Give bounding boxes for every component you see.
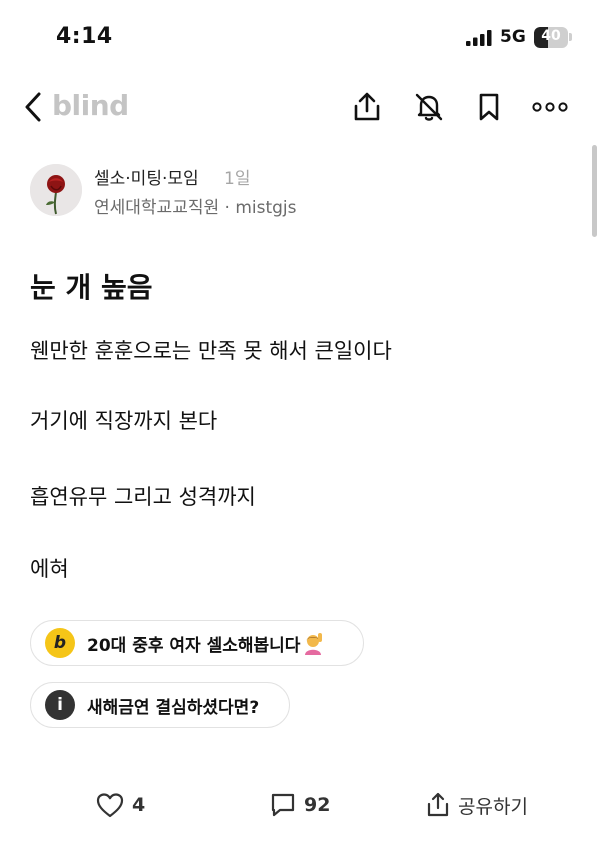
blind-logo: blind bbox=[52, 89, 129, 122]
status-time: 4:14 bbox=[56, 24, 113, 49]
post-action-bar: 4 92 공유하기 bbox=[0, 780, 600, 830]
author-affiliation[interactable]: 연세대학교교직원 · mistgjs bbox=[94, 193, 297, 218]
rose-avatar-icon bbox=[30, 164, 82, 216]
blind-badge-icon: b bbox=[45, 628, 75, 658]
share-label: 공유하기 bbox=[458, 795, 528, 818]
woman-raising-hand-emoji-icon bbox=[305, 632, 323, 655]
like-button[interactable]: 4 bbox=[96, 780, 145, 830]
more-options-button[interactable] bbox=[530, 88, 570, 126]
share-icon bbox=[354, 92, 380, 121]
comment-button[interactable]: 92 bbox=[270, 780, 330, 830]
related-post-title: 20대 중후 여자 셀소해봅니다 bbox=[87, 631, 323, 656]
battery-icon: 40 bbox=[534, 27, 568, 48]
chevron-left-icon bbox=[25, 92, 41, 122]
scrollbar[interactable] bbox=[592, 145, 597, 237]
related-post-chip[interactable]: i 새해금연 결심하셨다면? bbox=[30, 682, 290, 728]
post-paragraph: 흡연유무 그리고 성격까지 bbox=[30, 485, 256, 509]
share-icon bbox=[427, 792, 449, 817]
board-name[interactable]: 셀소·미팅·모임 bbox=[94, 164, 199, 189]
post-title: 눈 개 높음 bbox=[30, 271, 153, 304]
bookmark-button[interactable] bbox=[470, 88, 508, 126]
post-paragraph: 에혀 bbox=[30, 557, 69, 581]
back-button[interactable] bbox=[18, 90, 48, 124]
signal-icon bbox=[466, 30, 492, 46]
comment-count: 92 bbox=[304, 794, 331, 816]
bookmark-icon bbox=[479, 93, 499, 121]
post-paragraph: 거기에 직장까지 본다 bbox=[30, 409, 218, 433]
bell-off-icon bbox=[415, 93, 443, 121]
post-author: 셀소·미팅·모임 1일 연세대학교교직원 · mistgjs bbox=[30, 162, 570, 222]
related-post-chip[interactable]: b 20대 중후 여자 셀소해봅니다 bbox=[30, 620, 364, 666]
post-paragraph: 웬만한 훈훈으로는 만족 못 해서 큰일이다 bbox=[30, 339, 392, 363]
notification-toggle-button[interactable] bbox=[410, 88, 448, 126]
share-button[interactable] bbox=[348, 88, 386, 126]
heart-icon bbox=[96, 793, 124, 818]
like-count: 4 bbox=[132, 794, 146, 816]
share-post-button[interactable]: 공유하기 bbox=[426, 780, 528, 830]
chip-text: 20대 중후 여자 셀소해봅니다 bbox=[87, 635, 301, 656]
related-post-title: 새해금연 결심하셨다면? bbox=[87, 697, 260, 718]
battery-cap bbox=[569, 33, 572, 41]
comment-icon bbox=[271, 793, 295, 817]
nav-bar: blind bbox=[0, 78, 600, 138]
more-horizontal-icon bbox=[532, 102, 568, 112]
network-type: 5G bbox=[500, 27, 526, 47]
avatar[interactable] bbox=[30, 164, 82, 216]
post-age: 1일 bbox=[224, 169, 251, 189]
info-icon: i bbox=[45, 690, 75, 720]
battery-percent: 40 bbox=[541, 28, 561, 44]
status-bar: 4:14 5G 40 bbox=[0, 0, 600, 78]
